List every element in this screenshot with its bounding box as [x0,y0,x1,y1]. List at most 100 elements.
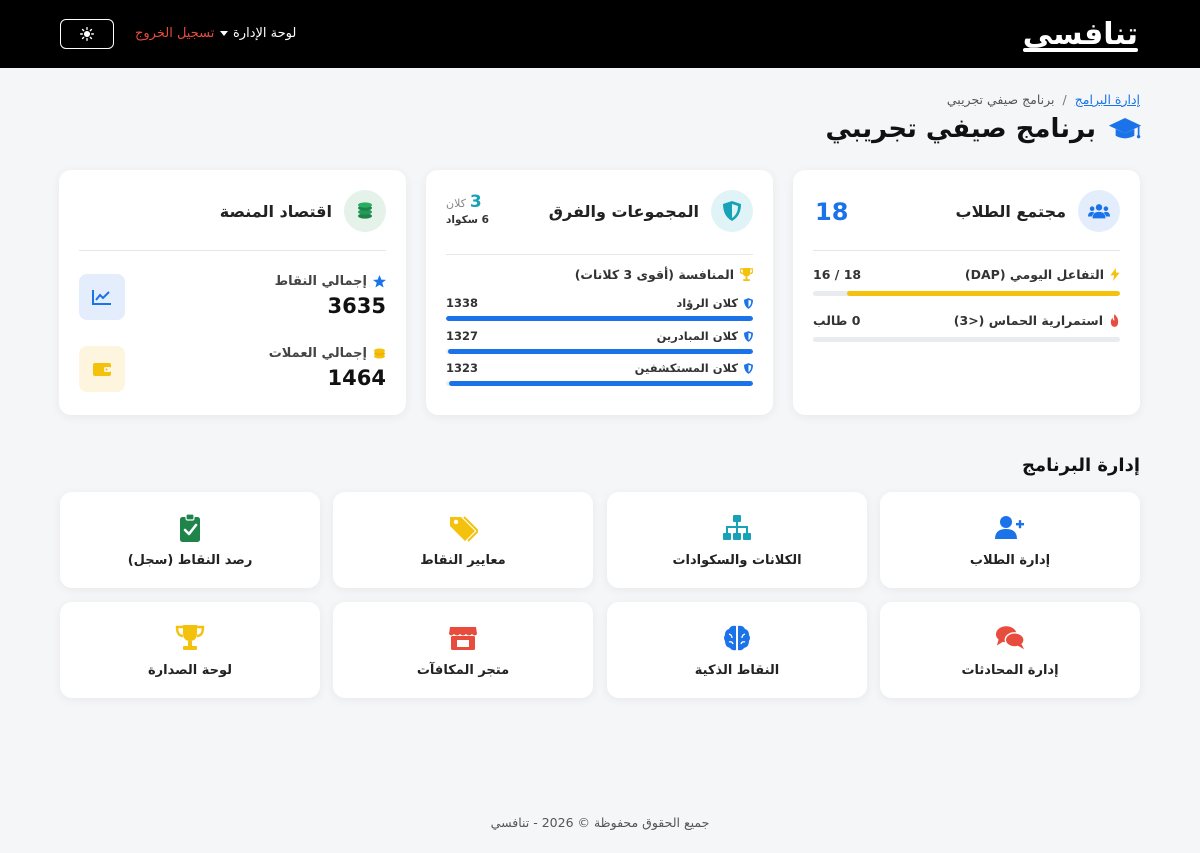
card-divider [79,250,386,251]
clan-points: 1323 [446,361,479,375]
dap-progress-bar [813,291,1120,296]
tile-label: النقاط الذكية [694,662,780,678]
economy-card-header: اقتصاد المنصة [79,190,386,232]
clan-points-bar [446,316,753,321]
clan-count-block: 3كلان 6 سكواد [446,192,489,226]
breadcrumb: إدارة البرامج / برنامج صيفي تجريبي [947,92,1140,107]
trophy-icon [175,624,205,650]
coins-icon [344,190,386,232]
fire-icon [1110,314,1119,327]
total-coins-label: إجمالي العملات [268,346,367,361]
store-icon [449,626,477,650]
groups-card-header: المجموعات والفرق [446,190,753,232]
total-coins-item: إجمالي العملات 1464 [79,346,386,396]
card-divider [446,254,753,255]
tile-label: متجر المكافآت [416,662,510,678]
page-title-text: برنامج صيفي تجريبي [825,114,1096,144]
brand-text: تنافسي [1022,16,1139,52]
brain-icon [724,625,750,650]
tile-leaderboard[interactable]: لوحة الصدارة [60,602,320,698]
clan-points-fill [446,316,753,321]
clan-name-group: كلان المبادرين [657,329,753,343]
graduation-cap-icon [1108,117,1142,139]
clan-row: كلان المستكشفين 1323 [446,361,753,375]
shield-small-icon [744,362,753,374]
tile-clans-squads[interactable]: الكلانات والسكوادات [607,492,867,588]
breadcrumb-current: برنامج صيفي تجريبي [946,92,1055,107]
breadcrumb-separator: / [1062,92,1067,107]
tile-points-log[interactable]: رصد النقاط (سجل) [60,492,320,588]
caret-down-icon [220,31,228,36]
clan-points-fill [448,349,753,354]
groups-card-title: المجموعات والفرق [548,201,699,221]
tile-label: إدارة المحادثات [961,662,1059,678]
sitemap-icon [723,514,751,540]
streak-progress-bar [813,337,1120,342]
clan-count-unit: كلان [446,197,466,210]
clan-name: كلان الرؤاد [676,296,738,310]
students-card-title: مجتمع الطلاب [955,201,1067,221]
clan-name: كلان المستكشفين [634,361,738,375]
clan-count-number: 3 [469,192,482,212]
comments-icon [995,625,1025,649]
user-plus-icon [995,515,1024,539]
dap-progress-fill [847,291,1120,296]
total-points-value: 3635 [327,294,386,318]
logout-link[interactable]: تسجيل الخروج [135,26,214,41]
clan-points-bar [446,381,753,386]
trophy-icon [740,268,753,281]
clan-row: كلان الرؤاد 1338 [446,296,753,310]
tags-icon [450,515,478,542]
clan-name: كلان المبادرين [656,329,738,343]
tile-label: معايير النقاط [420,552,506,568]
clan-points-fill [449,381,753,386]
students-count: 18 [815,198,849,226]
shield-small-icon [744,297,753,309]
tile-conversations[interactable]: إدارة المحادثات [880,602,1140,698]
total-coins-label-group: إجمالي العملات [269,346,386,361]
star-icon [373,275,386,288]
clan-points: 1327 [446,329,479,343]
squad-count: 6 سكواد [446,214,489,226]
sun-icon [80,27,94,41]
platform-economy-card: اقتصاد المنصة إجمالي النقاط 3635 إجمالي … [59,170,406,415]
dap-value: 18 / 16 [813,267,862,282]
top-navbar: تنافسي لوحة الإدارة تسجيل الخروج [0,0,1200,68]
users-icon [1078,190,1120,232]
dap-row: التفاعل اليومي (DAP) 18 / 16 [813,267,1120,282]
tile-label: رصد النقاط (سجل) [127,552,253,568]
coins-small-icon [373,348,386,359]
tile-points-criteria[interactable]: معايير النقاط [333,492,593,588]
dap-label-group: التفاعل اليومي (DAP) [965,267,1120,282]
page-title: برنامج صيفي تجريبي [825,112,1142,146]
clipboard-check-icon [180,512,200,542]
footer-copyright: جميع الحقوق محفوظة © 2026 - تنافسي [490,815,710,830]
students-community-card: مجتمع الطلاب 18 التفاعل اليومي (DAP) 18 … [793,170,1140,415]
bolt-icon [1110,268,1120,281]
competition-label: المنافسة (أقوى 3 كلانات) [574,267,734,282]
total-points-label-group: إجمالي النقاط [275,274,386,289]
brand-underline [1022,48,1138,52]
clan-row: كلان المبادرين 1327 [446,329,753,343]
clan-points-bar [446,349,753,354]
card-divider [813,250,1120,251]
economy-card-title: اقتصاد المنصة [219,201,332,221]
total-coins-value: 1464 [327,366,386,390]
theme-toggle-button[interactable] [60,19,114,49]
chart-line-icon [79,274,125,320]
streak-row: استمرارية الحماس (<3) 0 طالب [813,313,1120,328]
admin-dashboard-dropdown[interactable]: لوحة الإدارة [220,26,296,41]
tile-student-management[interactable]: إدارة الطلاب [880,492,1140,588]
total-points-item: إجمالي النقاط 3635 [79,274,386,324]
streak-value: 0 طالب [813,313,861,328]
clan-points: 1338 [446,296,479,310]
breadcrumb-programs-link[interactable]: إدارة البرامج [1075,92,1140,107]
dap-label: التفاعل اليومي (DAP) [964,267,1104,282]
clan-name-group: كلان الرؤاد [676,296,753,310]
tile-rewards-store[interactable]: متجر المكافآت [333,602,593,698]
competition-heading: المنافسة (أقوى 3 كلانات) [446,267,753,282]
dropdown-label: لوحة الإدارة [233,26,297,41]
wallet-icon [79,346,125,392]
tile-smart-points[interactable]: النقاط الذكية [607,602,867,698]
brand-logo[interactable]: تنافسي [1022,14,1139,54]
